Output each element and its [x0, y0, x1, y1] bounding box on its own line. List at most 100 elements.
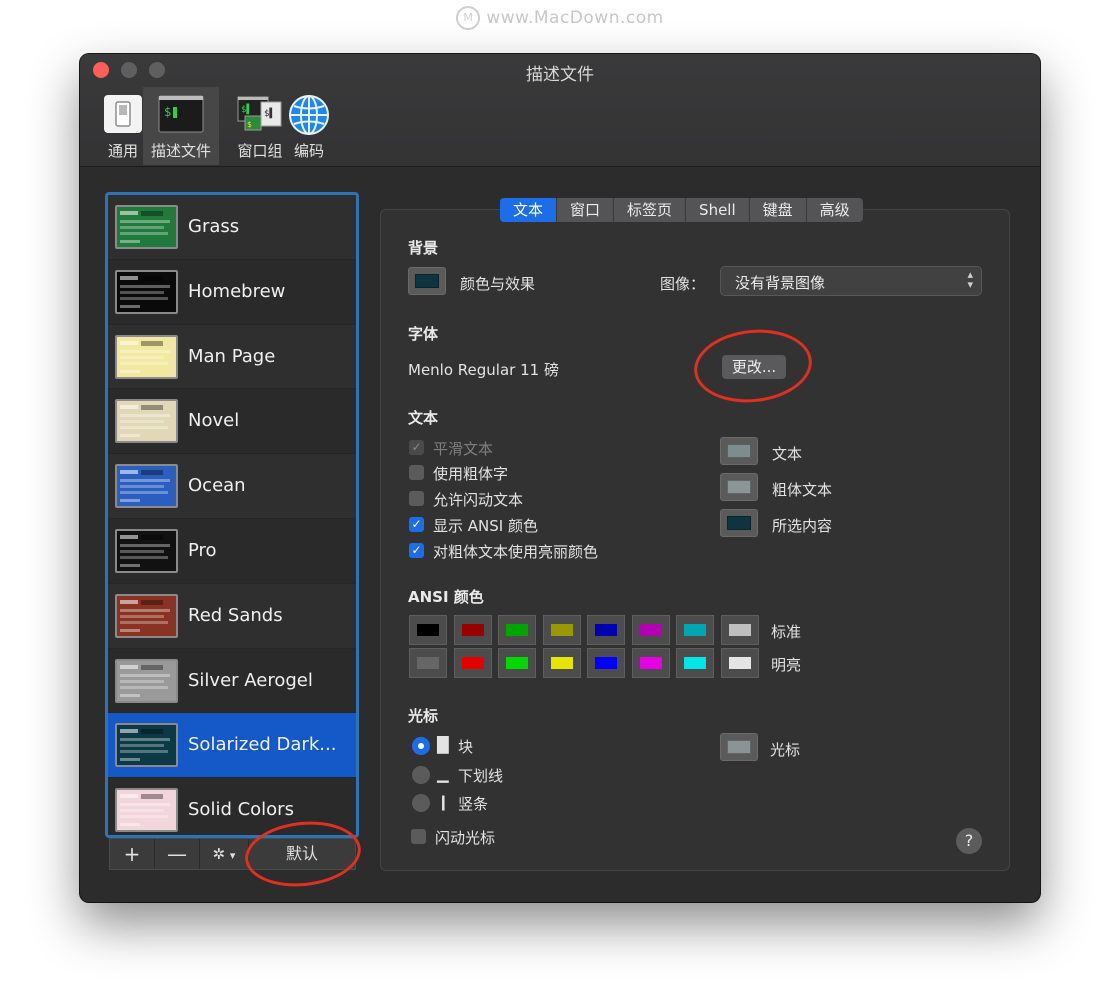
thumbnail-line	[120, 284, 170, 288]
ansi-bright-color-well[interactable]	[631, 648, 670, 678]
tab-1[interactable]: 窗口	[557, 198, 615, 222]
text-option-checkbox[interactable]	[409, 491, 424, 506]
thumbnail-line	[120, 275, 138, 280]
profile-item[interactable]: Grass	[108, 195, 356, 260]
image-label: 图像：	[660, 275, 706, 293]
background-color-well[interactable]	[408, 267, 446, 295]
text-color-well[interactable]	[720, 437, 758, 465]
ansi-normal-color-well[interactable]	[676, 615, 714, 645]
thumbnail-line	[120, 232, 168, 235]
thumbnail-line	[120, 470, 138, 475]
thumbnail-line	[120, 290, 164, 294]
text-color-well[interactable]	[720, 509, 758, 537]
background-image-popup[interactable]: 没有背景图像 ▴ ▾	[720, 266, 982, 296]
thumbnail-line	[120, 543, 170, 547]
tab-3[interactable]: Shell	[686, 198, 750, 222]
ansi-normal-color-well[interactable]	[498, 615, 536, 645]
profile-item[interactable]: Homebrew	[108, 260, 356, 325]
thumbnail-line	[141, 405, 163, 411]
tab-2[interactable]: 标签页	[614, 198, 687, 222]
ansi-color-fill	[417, 624, 439, 636]
profile-thumbnail	[115, 658, 178, 703]
profile-thumbnail	[115, 205, 178, 249]
profile-item[interactable]: Novel	[108, 389, 356, 455]
ansi-normal-color-well[interactable]	[631, 615, 670, 645]
profile-item[interactable]: Pro	[108, 519, 356, 584]
profile-item[interactable]: Ocean	[108, 454, 356, 519]
profile-thumbnail	[115, 269, 178, 314]
thumbnail-line	[120, 211, 138, 215]
remove-profile-button[interactable]: —	[155, 839, 200, 869]
thumbnail-line	[120, 815, 168, 819]
thumbnail-line	[120, 750, 168, 754]
thumbnail-line	[120, 369, 140, 373]
ansi-bright-color-well[interactable]	[720, 648, 759, 678]
text-option-checkbox[interactable]	[409, 465, 424, 480]
profile-item[interactable]: Man Page	[108, 324, 356, 390]
ansi-normal-color-well[interactable]	[587, 615, 625, 645]
profile-name: Ocean	[188, 475, 246, 497]
color-effects-label: 颜色与效果	[460, 275, 536, 293]
cursor-style-radio[interactable]	[412, 766, 430, 784]
tab-bar: 文本 窗口 标签页 Shell 键盘 高级	[500, 198, 863, 222]
cursor-color-fill	[727, 740, 751, 754]
text-color-label: 所选内容	[772, 517, 833, 535]
toolbar-encodings[interactable]: 编码	[271, 87, 347, 165]
ansi-bright-color-well[interactable]	[409, 648, 447, 678]
globe-icon	[289, 95, 329, 135]
ansi-bright-color-well[interactable]	[676, 648, 714, 678]
text-option-checkbox[interactable]: ✓	[409, 543, 424, 558]
thumbnail-line	[120, 729, 138, 734]
thumbnail-line	[120, 555, 168, 559]
text-option-label: 平滑文本	[433, 440, 494, 458]
text-color-well[interactable]	[720, 473, 758, 501]
ansi-normal-color-well[interactable]	[720, 615, 759, 645]
ansi-color-fill	[639, 624, 662, 636]
blink-cursor-checkbox[interactable]	[411, 829, 426, 844]
ansi-bright-color-well[interactable]	[542, 648, 581, 678]
text-option-checkbox[interactable]: ✓	[409, 517, 424, 532]
background-color-fill	[415, 274, 439, 288]
ansi-color-fill	[550, 624, 573, 636]
thumbnail-line	[120, 349, 170, 353]
tab-0[interactable]: 文本	[500, 198, 558, 222]
ansi-normal-color-well[interactable]	[542, 615, 581, 645]
cursor-style-radio[interactable]	[412, 794, 430, 812]
ansi-bright-color-well[interactable]	[453, 648, 492, 678]
ansi-bright-label: 明亮	[771, 656, 802, 674]
thumbnail-line	[120, 304, 140, 308]
cursor-color-well[interactable]	[720, 733, 758, 761]
thumbnail-line	[141, 275, 163, 281]
toolbar-profiles[interactable]: $ 描述文件	[143, 87, 219, 165]
thumbnail-line	[120, 685, 168, 689]
profile-item[interactable]: Solarized Dark...	[108, 713, 356, 779]
text-option-label: 对粗体文本使用亮丽颜色	[433, 543, 599, 561]
toolbar-label-profiles: 描述文件	[150, 142, 211, 160]
ansi-bright-color-well[interactable]	[587, 648, 625, 678]
profile-thumbnail	[115, 334, 178, 379]
ansi-normal-color-well[interactable]	[453, 615, 492, 645]
text-color-fill	[727, 516, 751, 530]
popup-arrows-icon: ▴ ▾	[967, 268, 973, 291]
help-button[interactable]: ?	[956, 828, 982, 854]
tab-4[interactable]: 键盘	[750, 198, 807, 222]
thumbnail-line	[120, 620, 168, 624]
tab-5[interactable]: 高级	[807, 198, 863, 222]
titlebar: 描述文件 通用 $ 描述文件 $▌ $▌ $ 窗口组 编码	[80, 54, 1040, 167]
profile-actions-button[interactable]: ✲ ▾	[200, 839, 249, 869]
thumbnail-line	[120, 226, 164, 229]
thumbnail-line	[141, 794, 163, 800]
ansi-normal-color-well[interactable]	[409, 615, 447, 645]
thumbnail-line	[120, 414, 170, 418]
profile-item[interactable]: Red Sands	[108, 583, 356, 649]
cursor-style-label: 块	[458, 738, 474, 756]
watermark-text: www.MacDown.com	[486, 8, 664, 28]
profile-item[interactable]: Silver Aerogel	[108, 649, 356, 714]
profile-name: Pro	[188, 539, 217, 561]
add-profile-button[interactable]: +	[110, 839, 155, 869]
cursor-style-radio[interactable]	[412, 737, 430, 755]
ansi-color-fill	[684, 624, 706, 636]
thumbnail-line	[120, 563, 140, 567]
ansi-color-fill	[684, 657, 706, 669]
ansi-bright-color-well[interactable]	[498, 648, 536, 678]
